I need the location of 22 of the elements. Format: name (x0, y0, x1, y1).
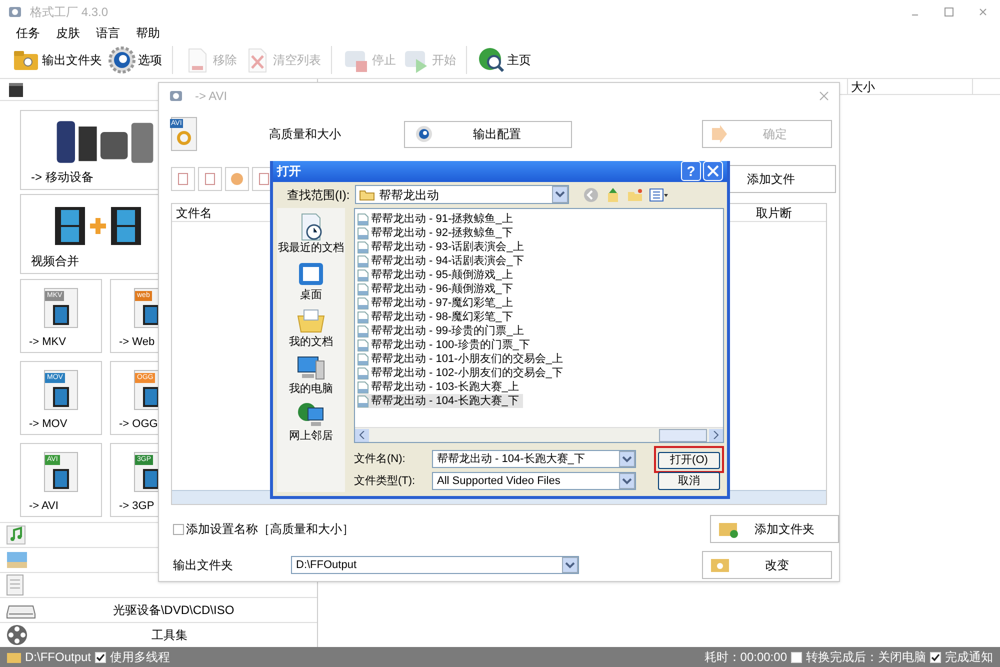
dialog-title: -> AVI (195, 88, 228, 105)
field-label: 查找范围(I): (287, 186, 351, 204)
checkbox-label: 添加设置名称［高质量和大小］ (186, 521, 355, 538)
checkbox-label: 转换完成后：关闭电脑 (806, 649, 926, 666)
tile-label: -> MKV (29, 335, 66, 350)
tile-label: -> OGG (119, 417, 158, 432)
dialog-title: 打开 (277, 163, 302, 180)
field-label: 输出文件夹 (173, 557, 234, 574)
checkbox-label: 使用多线程 (110, 649, 170, 666)
field-label: 文件名(N): (354, 452, 406, 467)
output-path: D:\FFOutput (25, 649, 92, 666)
checkbox-label: 完成通知 (945, 649, 993, 666)
elapsed-time: 耗时：00:00:00 (704, 649, 787, 666)
tile-label: -> MOV (29, 417, 68, 432)
tile-label: -> AVI (29, 499, 58, 514)
quality-label: 高质量和大小 (269, 126, 342, 143)
field-label: 文件类型(T): (354, 474, 416, 489)
tile-label: 视频合并 (31, 253, 79, 270)
window-title: 格式工厂 4.3.0 (30, 4, 108, 21)
tile-label: -> 3GP (119, 499, 154, 514)
tile-label: -> 移动设备 (31, 169, 94, 186)
tile-label: -> Web (119, 335, 155, 350)
